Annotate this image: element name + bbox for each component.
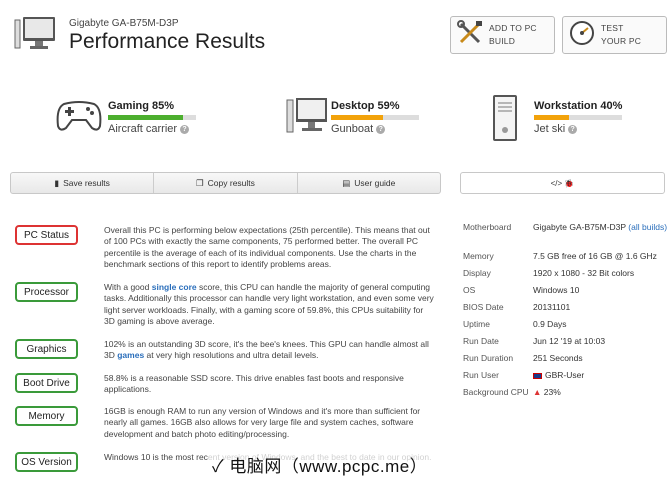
speedometer-icon (569, 20, 595, 51)
tower-icon (492, 94, 518, 147)
workstation-score-label: Jet ski (534, 123, 566, 135)
spec-value: 1920 x 1080 - 32 Bit colors (533, 268, 635, 278)
desktop-score-label: Gunboat (331, 123, 374, 135)
games-link[interactable]: games (117, 350, 144, 360)
spec-key: Run Date (463, 336, 499, 346)
user-guide-button[interactable]: ▤ User guide (298, 173, 440, 193)
single-core-link[interactable]: single core (152, 282, 197, 292)
bookmark-icon: ▮ (54, 177, 60, 188)
desktop-score-bar (331, 115, 419, 120)
memory-button[interactable]: Memory (15, 406, 78, 426)
spec-value: 23% (543, 387, 561, 397)
embed-button[interactable]: </> 🐞 (460, 172, 665, 194)
spec-key: Background CPU (463, 387, 529, 397)
add-to-pc-build-button[interactable]: ADD TO PC BUILD (450, 16, 555, 54)
user-guide-label: User guide (354, 178, 396, 188)
motherboard-link[interactable]: Gigabyte GA-B75M-D3P (533, 222, 626, 232)
graphics-text: 102% is an outstanding 3D score, it's th… (104, 339, 429, 361)
spec-value: 251 Seconds (533, 353, 583, 363)
uk-flag-icon (533, 372, 542, 379)
spec-key: Motherboard (463, 222, 512, 232)
spec-value: 7.5 GB free of 16 GB @ 1.6 GHz (533, 251, 657, 261)
desktop-icon (286, 96, 328, 141)
test-btn-line1: TEST (601, 23, 624, 33)
desktop-score: Desktop 59% Gunboat? (331, 100, 419, 135)
test-your-pc-button[interactable]: TEST YOUR PC (562, 16, 667, 54)
boot-drive-button[interactable]: Boot Drive (15, 373, 78, 393)
save-results-button[interactable]: ▮ Save results (11, 173, 155, 193)
spec-key: Uptime (463, 319, 490, 329)
spec-key: Run Duration (463, 353, 514, 363)
system-specs: Motherboard Gigabyte GA-B75M-D3P (all bu… (463, 222, 668, 409)
build-btn-line2: BUILD (489, 36, 516, 46)
gaming-score: Gaming 85% Aircraft carrier? (108, 100, 196, 135)
help-icon[interactable]: ? (568, 124, 578, 134)
spec-value: Jun 12 '19 at 10:03 (533, 336, 606, 346)
help-icon[interactable]: ? (376, 124, 386, 134)
page-subtitle: Gigabyte GA-B75M-D3P (69, 18, 179, 29)
memory-text: 16GB is enough RAM to run any version of… (104, 406, 421, 439)
workstation-score-title: Workstation 40% (534, 100, 623, 112)
copy-results-label: Copy results (207, 178, 255, 188)
computer-icon (14, 16, 56, 52)
workstation-score: Workstation 40% Jet ski? (534, 100, 622, 135)
gaming-score-bar (108, 115, 196, 120)
spec-key: Display (463, 268, 491, 278)
all-builds-link[interactable]: (all builds) (628, 222, 667, 232)
spec-key: Memory (463, 251, 494, 261)
pc-status-text: Overall this PC is performing below expe… (104, 225, 430, 270)
spec-value: GBR-User (545, 370, 585, 380)
spec-key: OS (463, 285, 476, 295)
gamepad-icon (56, 98, 102, 139)
page-title: Performance Results (69, 30, 266, 53)
build-btn-line1: ADD TO PC (489, 23, 537, 33)
warning-icon: ▲ (533, 387, 542, 397)
results-toolbar: ▮ Save results ❐ Copy results ▤ User gui… (10, 172, 441, 194)
copy-icon: ❐ (196, 177, 204, 188)
workstation-score-bar (534, 115, 622, 120)
spec-value: Windows 10 (533, 285, 580, 295)
watermark: ✓ 电脑网（www.pcpc.me） (208, 452, 432, 477)
desktop-score-title: Desktop 59% (331, 100, 400, 112)
spec-value: 0.9 Days (533, 319, 567, 329)
test-btn-line2: YOUR PC (601, 36, 642, 46)
processor-button[interactable]: Processor (15, 282, 78, 302)
gaming-score-title: Gaming 85% (108, 100, 175, 112)
spec-key: BIOS Date (463, 302, 504, 312)
gaming-score-label: Aircraft carrier (108, 123, 178, 135)
tools-icon (457, 19, 483, 51)
os-version-button[interactable]: OS Version (15, 452, 78, 472)
pc-status-button[interactable]: PC Status (15, 225, 78, 245)
spec-key: Run User (463, 370, 499, 380)
copy-results-button[interactable]: ❐ Copy results (154, 173, 298, 193)
boot-drive-text: 58.8% is a reasonable SSD score. This dr… (104, 373, 404, 395)
help-icon[interactable]: ? (180, 124, 190, 134)
book-icon: ▤ (342, 177, 351, 188)
save-results-label: Save results (63, 178, 110, 188)
graphics-button[interactable]: Graphics (15, 339, 78, 359)
processor-text: With a good single core score, this CPU … (104, 282, 434, 327)
spec-value: 20131101 (533, 302, 571, 312)
